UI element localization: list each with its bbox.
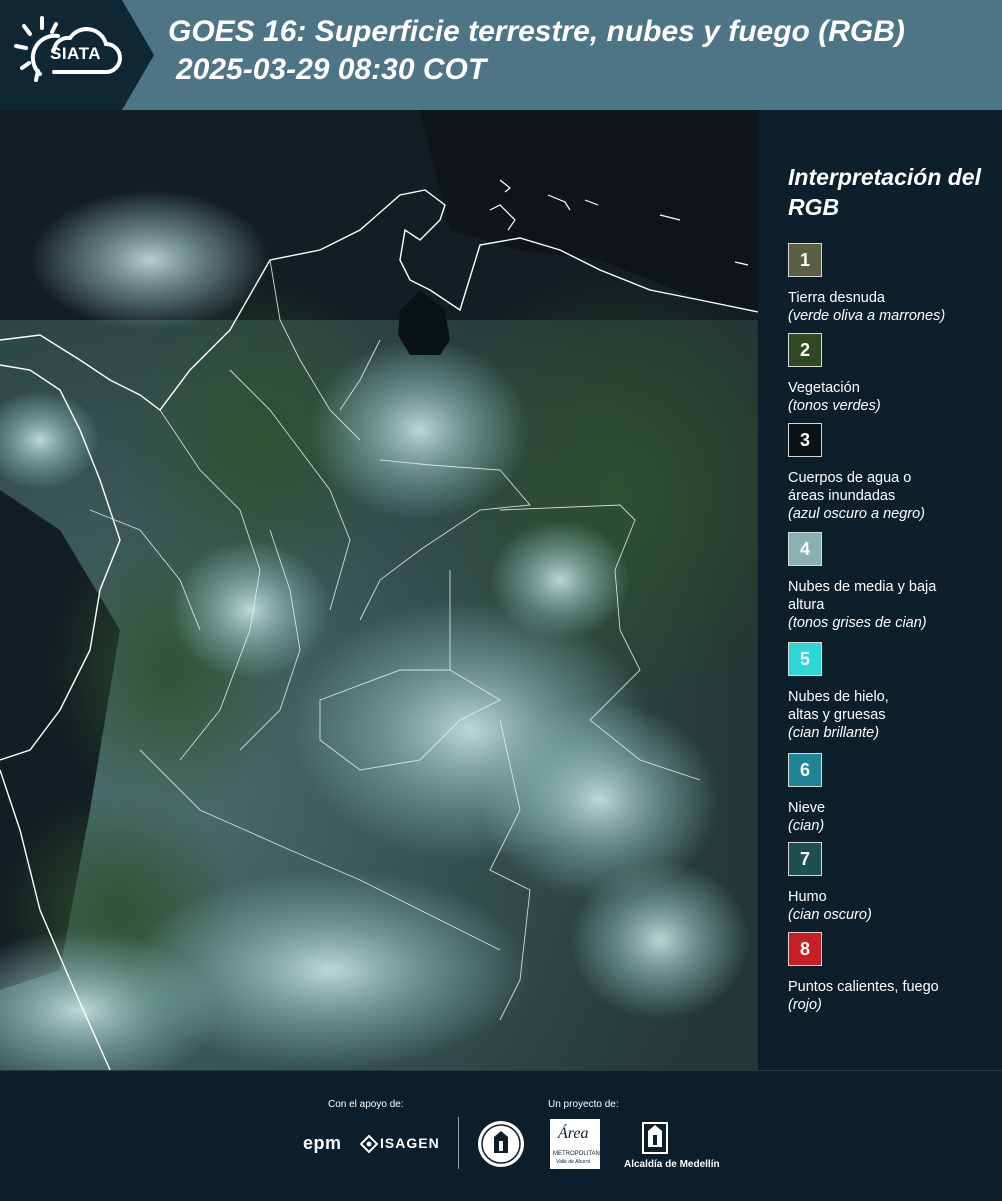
legend-item-label: Nieve [788,800,826,816]
legend-swatch: 1 [788,243,822,277]
legend-item-sub: (tonos verdes) [788,398,881,414]
legend-item-label: Nubes de hielo, altas y gruesas [788,689,889,723]
amva-logo-sub2: Valle de Aburrá [556,1159,591,1165]
legend-item-sub: (cian brillante) [788,725,880,741]
epm-logo: epm [303,1133,342,1153]
legend-item-label: Cuerpos de agua o áreas inundadas [788,470,912,504]
legend-swatch: 6 [788,753,822,787]
legend-item-label: Nubes de media y baja altura [788,579,937,613]
satellite-map[interactable] [0,110,758,1070]
legend-item-label: Puntos calientes, fuego [788,979,939,995]
legend-item-sub: (cian) [788,818,825,834]
page-subtitle-timestamp: 2025-03-29 08:30 COT [176,53,487,86]
legend-title: Interpretación del RGB [788,164,981,220]
siata-logo-text: SIATA [50,44,101,63]
legend-swatch: 7 [788,842,822,876]
legend-item-vegetation: 2 Vegetación (tonos verdes) [788,333,998,415]
amva-logo-text: Área [558,1125,589,1142]
legend-item-sub: (cian oscuro) [788,907,872,923]
page-title: GOES 16: Superficie terrestre, nubes y f… [168,15,905,48]
amva-logo: Área METROPOLITANA Valle de Aburrá [550,1119,604,1169]
legend-swatch: 4 [788,532,822,566]
legend-item-sub: (tonos grises de cian) [788,615,927,631]
project-label: Un proyecto de: [548,1099,619,1110]
legend-item-hotspots: 8 Puntos calientes, fuego (rojo) [788,932,998,1014]
legend-item-label: Tierra desnuda [788,290,885,306]
isagen-mark-icon [360,1135,378,1153]
legend-item-snow: 6 Nieve (cian) [788,753,998,835]
legend-panel: Interpretación del RGB 1 Tierra desnuda … [760,110,1002,1070]
legend-item-bare-soil: 1 Tierra desnuda (verde oliva a marrones… [788,243,998,325]
isagen-logo: ISAGEN [380,1135,440,1151]
medellin-emblem-icon [642,1122,668,1154]
legend-item-mid-low-clouds: 4 Nubes de media y baja altura (tonos gr… [788,532,998,632]
header-bar: SIATA GOES 16: Superficie terrestre, nub… [0,0,1002,110]
amva-logo-sub1: METROPOLITANA [553,1151,604,1157]
legend-item-smoke: 7 Humo (cian oscuro) [788,842,998,924]
legend-swatch: 3 [788,423,822,457]
footer-divider [458,1117,459,1169]
footer-sponsors: Con el apoyo de: Un proyecto de: epm ISA… [0,1070,1002,1201]
legend-item-label: Humo [788,889,827,905]
legend-item-sub: (azul oscuro a negro) [788,506,926,522]
legend-item-sub: (rojo) [788,997,822,1013]
legend-swatch: 5 [788,642,822,676]
seal-icon [478,1121,524,1167]
legend-item-ice-clouds: 5 Nubes de hielo, altas y gruesas (cian … [788,642,998,742]
medellin-label: Alcaldía de Medellín [624,1159,720,1170]
support-label: Con el apoyo de: [328,1099,404,1110]
legend-item-label: Vegetación [788,380,860,396]
legend-item-sub: (verde oliva a marrones) [788,308,946,324]
legend-swatch: 8 [788,932,822,966]
satellite-rgb-map-icon [0,110,758,1070]
legend-item-water: 3 Cuerpos de agua o áreas inundadas (azu… [788,423,998,523]
legend-swatch: 2 [788,333,822,367]
